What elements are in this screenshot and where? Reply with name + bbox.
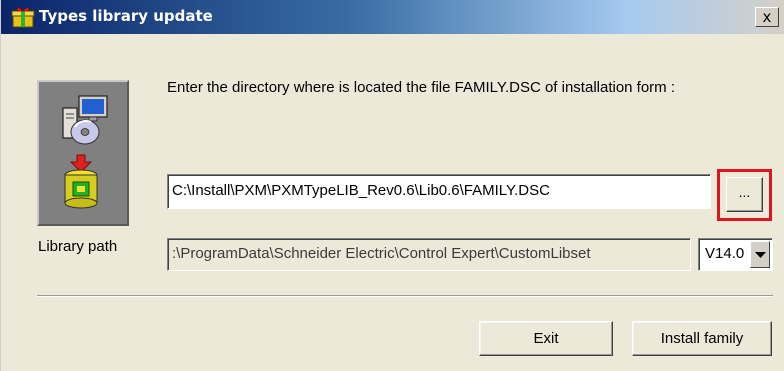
chevron-down-icon [755, 252, 766, 258]
family-file-path-input[interactable]: C:\Install\PXM\PXMTypeLIB_Rev0.6\Lib0.6\… [167, 174, 711, 209]
title-bar[interactable]: Types library update x [1, 0, 784, 34]
close-button[interactable]: x [755, 7, 779, 27]
install-drum-icon [64, 154, 98, 209]
setup-icon-panel [37, 80, 129, 226]
separator-line [37, 295, 773, 297]
browse-button[interactable]: ... [726, 177, 763, 212]
library-path-label: Library path [38, 238, 118, 255]
instruction-text: Enter the directory where is located the… [167, 79, 676, 96]
window-title: Types library update [39, 7, 213, 25]
exit-button[interactable]: Exit [479, 321, 613, 356]
dropdown-arrow-button[interactable] [750, 241, 770, 268]
types-library-update-dialog: Types library update x Enter the directo… [0, 0, 784, 371]
library-path-field[interactable]: :\ProgramData\Schneider Electric\Control… [167, 238, 691, 271]
gift-box-icon [11, 7, 35, 28]
version-selected-value: V14.0 [705, 245, 745, 262]
version-select[interactable]: V14.0 [698, 238, 773, 271]
install-family-button[interactable]: Install family [632, 321, 772, 356]
